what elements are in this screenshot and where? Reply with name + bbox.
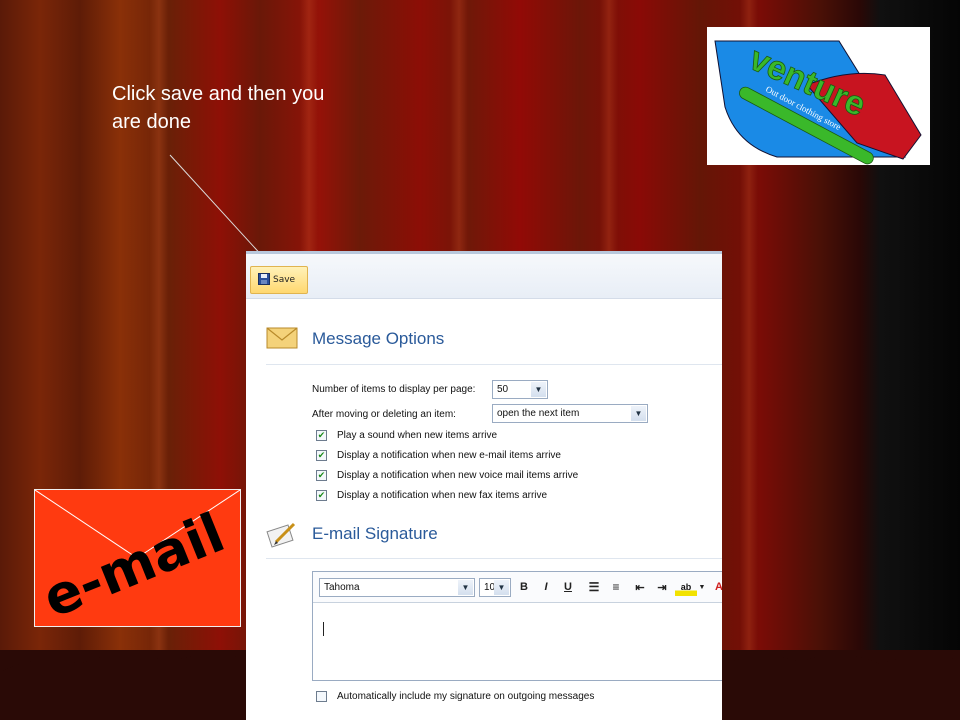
checkbox-voicemail-notify[interactable]: ✔ — [316, 470, 327, 481]
save-button-label: Save — [273, 275, 296, 285]
checkbox-label: Display a notification when new fax item… — [337, 490, 548, 501]
numbered-list-icon[interactable]: ≡ — [607, 578, 625, 596]
chevron-down-icon[interactable]: ▼ — [698, 578, 706, 596]
checkbox-row[interactable]: ✔ Display a notification when new voice … — [316, 470, 578, 481]
chevron-down-icon: ▼ — [494, 580, 509, 595]
items-per-page-select[interactable]: 50 ▼ — [492, 380, 548, 399]
checkbox-fax-notify[interactable]: ✔ — [316, 490, 327, 501]
checkbox-auto-signature[interactable] — [316, 691, 327, 702]
chevron-down-icon: ▼ — [631, 406, 646, 421]
options-panel: Save Message Options Number of items to … — [246, 251, 722, 720]
signature-editor[interactable]: Tahoma ▼ 10 ▼ B I U ☰ ≡ ⇤ ⇥ ab ▼ A — [312, 571, 722, 681]
bullet-list-icon[interactable]: ☰ — [585, 578, 603, 596]
checkbox-label: Play a sound when new items arrive — [337, 430, 498, 441]
envelope-flap-icon: e-mail — [34, 489, 241, 630]
chevron-down-icon: ▼ — [531, 382, 546, 397]
highlight-icon[interactable]: ab — [675, 578, 697, 596]
font-family-select[interactable]: Tahoma ▼ — [319, 578, 475, 597]
signature-editor-toolbar: Tahoma ▼ 10 ▼ B I U ☰ ≡ ⇤ ⇥ ab ▼ A — [313, 572, 722, 603]
checkbox-label: Automatically include my signature on ou… — [337, 691, 595, 702]
message-options-title: Message Options — [312, 329, 445, 348]
signature-title: E-mail Signature — [312, 524, 438, 543]
checkbox-row[interactable]: ✔ Display a notification when new fax it… — [316, 490, 547, 501]
bold-button[interactable]: B — [515, 578, 533, 596]
items-per-page-label: Number of items to display per page: — [312, 384, 476, 395]
checkbox-label: Display a notification when new voice ma… — [337, 470, 579, 481]
checkbox-play-sound[interactable]: ✔ — [316, 430, 327, 441]
items-per-page-value: 50 — [497, 384, 509, 395]
increase-indent-icon[interactable]: ⇥ — [653, 578, 671, 596]
options-toolbar: Save — [246, 254, 722, 299]
decrease-indent-icon[interactable]: ⇤ — [631, 578, 649, 596]
email-card: e-mail — [34, 489, 241, 630]
after-moving-label: After moving or deleting an item: — [312, 409, 456, 420]
checkbox-label: Display a notification when new e-mail i… — [337, 450, 561, 461]
section-divider — [266, 558, 722, 559]
venture-logo: venture Out door clothing store — [707, 27, 930, 165]
italic-button[interactable]: I — [537, 578, 555, 596]
after-moving-select[interactable]: open the next item ▼ — [492, 404, 648, 423]
font-family-value: Tahoma — [324, 582, 360, 593]
checkbox-email-notify[interactable]: ✔ — [316, 450, 327, 461]
checkbox-row[interactable]: ✔ Display a notification when new e-mail… — [316, 450, 561, 461]
envelope-icon — [266, 326, 298, 354]
section-divider — [266, 364, 722, 365]
font-color-icon[interactable]: A — [711, 578, 722, 596]
checkbox-row[interactable]: ✔ Play a sound when new items arrive — [316, 430, 497, 441]
text-cursor — [323, 622, 324, 636]
checkbox-row[interactable]: Automatically include my signature on ou… — [316, 691, 594, 702]
after-moving-value: open the next item — [497, 408, 580, 419]
venture-logo-graphic: venture Out door clothing store — [714, 39, 922, 165]
font-size-select[interactable]: 10 ▼ — [479, 578, 511, 597]
save-button[interactable]: Save — [250, 266, 308, 294]
svg-text:e-mail: e-mail — [35, 501, 233, 626]
callout-text: Click save and then you are done — [112, 83, 325, 133]
chevron-down-icon: ▼ — [458, 580, 473, 595]
underline-button[interactable]: U — [559, 578, 577, 596]
floppy-disk-icon — [258, 272, 270, 288]
signature-pen-icon — [266, 520, 298, 552]
